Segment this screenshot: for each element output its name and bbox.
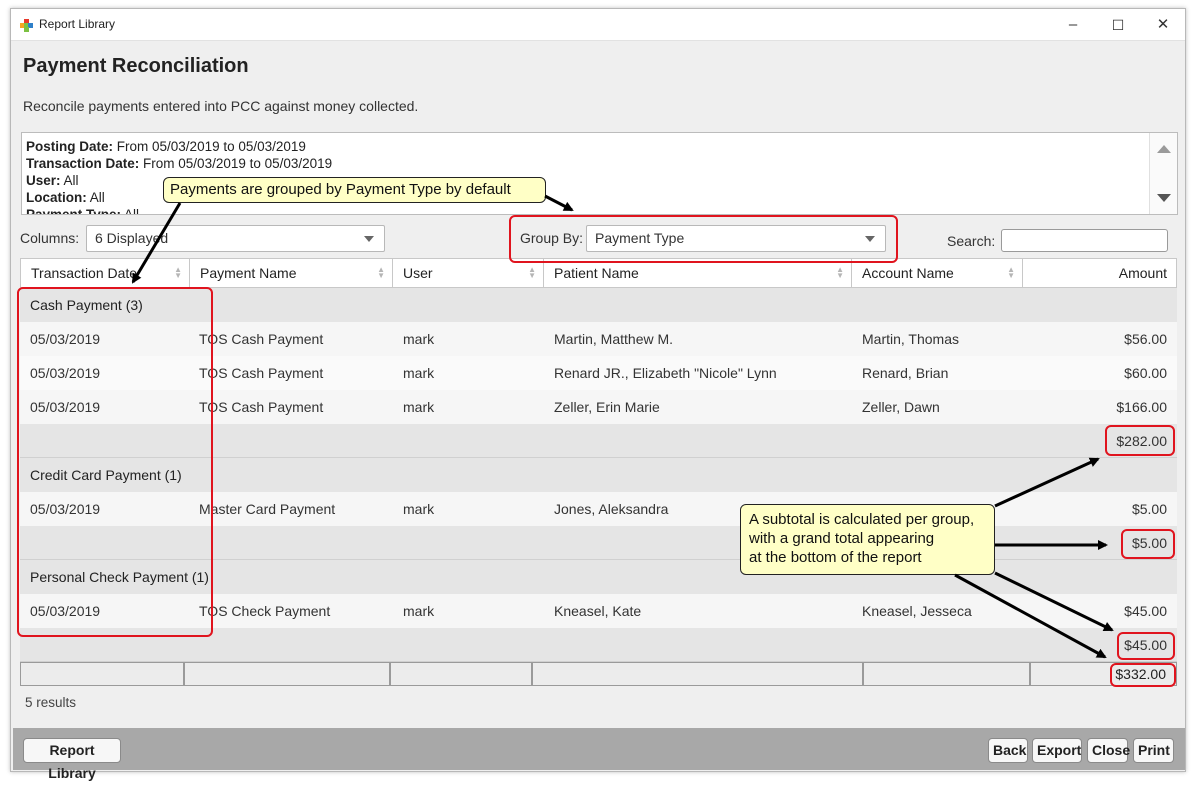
criteria-value: All: [63, 173, 79, 188]
scroll-up-icon[interactable]: [1157, 145, 1171, 153]
close-icon[interactable]: ✕: [1141, 11, 1185, 39]
table-cell: $60.00: [1124, 365, 1167, 381]
sort-icon[interactable]: ▲ ▼: [1007, 266, 1015, 280]
table-cell: TOS Cash Payment: [199, 331, 324, 347]
table-cell: Kneasel, Kate: [554, 603, 642, 619]
search-label: Search:: [947, 233, 996, 249]
column-header-label: Amount: [1118, 265, 1167, 281]
group-by-highlight: [509, 215, 898, 263]
bottom-toolbar: Report Library Back Export Close Print: [13, 728, 1185, 781]
subtotal-highlight-cash: [1105, 425, 1175, 456]
table-cell: Jones, Aleksandra: [554, 501, 669, 517]
maximize-icon[interactable]: ☐: [1096, 11, 1140, 39]
columns-select[interactable]: 6 Displayed: [86, 225, 385, 252]
sort-icon[interactable]: ▲ ▼: [174, 266, 182, 280]
column-header[interactable]: Account Name ▲ ▼: [852, 259, 1023, 287]
column-header[interactable]: Transaction Date ▲ ▼: [21, 259, 190, 287]
print-button[interactable]: Print: [1133, 738, 1174, 763]
subtotal-callout-line: at the bottom of the report: [749, 549, 922, 566]
criteria-label: Posting Date:: [26, 139, 114, 154]
criteria-value: All: [124, 207, 140, 215]
column-header-label: Transaction Date: [31, 265, 138, 281]
column-header[interactable]: User ▲ ▼: [393, 259, 544, 287]
table-cell: mark: [403, 603, 435, 619]
criteria-value: From 05/03/2019 to 05/03/2019: [116, 139, 306, 154]
criteria-label: Location:: [26, 190, 87, 205]
title-bar: Report Library – ☐ ✕: [11, 9, 1185, 41]
back-button[interactable]: Back: [988, 738, 1028, 763]
table-cell: Kneasel, Jesseca: [862, 603, 972, 619]
column-header[interactable]: Patient Name ▲ ▼: [544, 259, 852, 287]
scroll-down-icon[interactable]: [1157, 194, 1171, 202]
group-callout: Payments are grouped by Payment Type by …: [163, 177, 546, 203]
table-cell: mark: [403, 331, 435, 347]
subtotal-highlight-credit: [1121, 529, 1175, 559]
sort-icon[interactable]: ▲ ▼: [836, 266, 844, 280]
minimize-icon[interactable]: –: [1051, 11, 1095, 39]
column-header[interactable]: Payment Name ▲ ▼: [190, 259, 393, 287]
column-header-label: Account Name: [862, 265, 954, 281]
window-title: Report Library: [39, 17, 116, 31]
table-cell: $56.00: [1124, 331, 1167, 347]
grand-total-highlight: [1110, 663, 1176, 687]
criteria-value: From 05/03/2019 to 05/03/2019: [143, 156, 333, 171]
criteria-line: Transaction Date: From 05/03/2019 to 05/…: [26, 155, 332, 172]
result-count: 5 results: [25, 695, 77, 710]
table-cell: TOS Check Payment: [199, 603, 331, 619]
table-cell: mark: [403, 399, 435, 415]
column-header-label: Payment Name: [200, 265, 297, 281]
app-cross-icon: [20, 19, 33, 32]
criteria-value: All: [89, 190, 105, 205]
table-cell: mark: [403, 365, 435, 381]
close-button[interactable]: Close: [1087, 738, 1130, 763]
table-cell: Master Card Payment: [199, 501, 336, 517]
table-cell: TOS Cash Payment: [199, 365, 324, 381]
criteria-line: Payment Type: All: [26, 206, 332, 215]
table-cell: Martin, Thomas: [862, 331, 959, 347]
criteria-label: User:: [26, 173, 61, 188]
sort-icon[interactable]: ▲ ▼: [528, 266, 536, 280]
table-cell: Renard JR., Elizabeth "Nicole" Lynn: [554, 365, 777, 381]
table-cell: $166.00: [1116, 399, 1167, 415]
table-cell: Zeller, Dawn: [862, 399, 940, 415]
subtotal-highlight-check: [1117, 632, 1175, 660]
grand-total-row: $332.00: [20, 662, 1177, 686]
column-header[interactable]: Amount: [1023, 259, 1177, 287]
chevron-down-icon: [364, 236, 374, 242]
table-cell: $5.00: [1131, 501, 1167, 517]
subtotal-callout-line: with a grand total appearing: [749, 530, 935, 547]
sort-icon[interactable]: ▲ ▼: [377, 266, 385, 280]
columns-label: Columns:: [20, 230, 80, 246]
page-title: Payment Reconciliation: [23, 55, 249, 77]
subtotal-callout-line: A subtotal is calculated per group,: [749, 511, 975, 528]
criteria-label: Payment Type:: [26, 207, 122, 215]
group-labels-highlight: [17, 287, 213, 637]
table-cell: Renard, Brian: [862, 365, 949, 381]
table-cell: Zeller, Erin Marie: [554, 399, 660, 415]
table-cell: mark: [403, 501, 435, 517]
export-button[interactable]: Export: [1032, 738, 1082, 763]
report-library-button[interactable]: Report Library: [23, 738, 121, 781]
columns-select-value: 6 Displayed: [95, 230, 169, 246]
page-description: Reconcile payments entered into PCC agai…: [23, 98, 419, 114]
search-input[interactable]: [1001, 229, 1168, 252]
table-cell: TOS Cash Payment: [199, 399, 324, 415]
criteria-label: Transaction Date:: [26, 156, 140, 171]
subtotal-callout: A subtotal is calculated per group, with…: [740, 504, 995, 575]
column-header-label: Patient Name: [554, 265, 639, 281]
criteria-line: Posting Date: From 05/03/2019 to 05/03/2…: [26, 138, 332, 155]
table-cell: $45.00: [1124, 603, 1167, 619]
column-header-label: User: [403, 265, 433, 281]
criteria-scrollbar[interactable]: [1149, 133, 1177, 214]
table-cell: Martin, Matthew M.: [554, 331, 674, 347]
